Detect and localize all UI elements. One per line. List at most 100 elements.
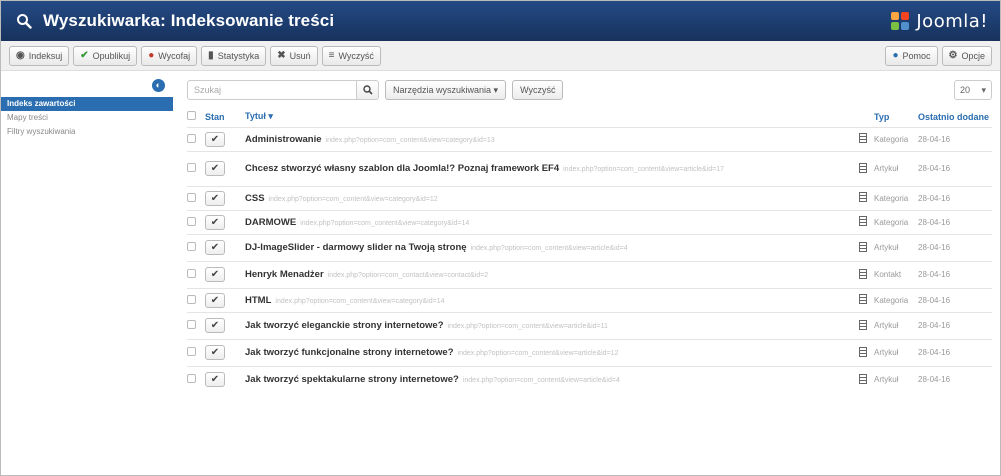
sidebar-item-content-maps[interactable]: Mapy treści	[1, 111, 173, 125]
chevron-down-icon: ▾	[981, 84, 986, 95]
row-url: index.php?option=com_content&view=articl…	[457, 350, 619, 357]
column-title[interactable]: Tytuł ▾	[245, 107, 852, 127]
published-toggle[interactable]: ✔	[205, 267, 225, 282]
search-input[interactable]: Szukaj	[187, 80, 357, 100]
check-icon: ✔	[210, 347, 220, 358]
purge-button[interactable]: ≡ Wyczyść	[321, 45, 381, 66]
row-checkbox[interactable]	[187, 133, 196, 143]
publish-button[interactable]: ✔ Opublikuj	[73, 45, 138, 66]
delete-button[interactable]: ✖ Usuń	[270, 45, 318, 66]
options-button[interactable]: ⚙ Opcje	[941, 45, 992, 66]
page-title: Wyszukiwarka: Indeksowanie treści	[43, 11, 335, 30]
published-toggle[interactable]: ✔	[205, 345, 225, 360]
row-title[interactable]: Chcesz stworzyć własny szablon dla Jooml…	[245, 163, 559, 174]
row-checkbox[interactable]	[187, 374, 196, 384]
title-cell: HTML index.php?option=com_content&view=ca…	[245, 287, 852, 312]
row-title[interactable]: Administrowanie	[245, 134, 322, 145]
check-icon: ✔	[80, 50, 89, 61]
type-cell: Kategoria	[874, 185, 918, 210]
help-icon: ●	[892, 50, 899, 61]
published-toggle[interactable]: ✔	[205, 190, 225, 206]
row-title[interactable]: CSS	[245, 193, 265, 204]
sidebar-toggle[interactable]: ◐	[1, 79, 173, 95]
state-cell: ✔	[205, 185, 245, 210]
row-url: index.php?option=com_content&view=articl…	[470, 245, 628, 252]
title-cell: Jak tworzyć eleganckie strony internetow…	[245, 311, 852, 339]
published-toggle[interactable]: ✔	[205, 214, 225, 230]
unpublish-button[interactable]: ● Wycofaj	[141, 45, 198, 66]
published-toggle[interactable]: ✔	[205, 131, 225, 147]
sidebar-item-search-filters[interactable]: Filtry wyszukiwania	[1, 125, 173, 139]
row-title[interactable]: Jak tworzyć funkcjonalne strony internet…	[245, 347, 454, 358]
state-cell: ✔	[205, 287, 245, 312]
row-checkbox-cell	[187, 209, 205, 234]
column-type[interactable]: Typ	[874, 107, 918, 127]
row-checkbox[interactable]	[187, 163, 196, 172]
sidebar: ◐ Indeks zawartości Mapy treści Filtry w…	[1, 71, 173, 393]
row-checkbox[interactable]	[187, 347, 196, 356]
statistics-button[interactable]: ▮ Statystyka	[201, 45, 267, 66]
published-toggle[interactable]: ✔	[205, 292, 225, 308]
row-checkbox[interactable]	[187, 192, 196, 202]
list-icon: ≡	[328, 50, 335, 61]
row-title[interactable]: Henryk Menadżer	[245, 269, 324, 280]
type-cell: Kategoria	[874, 126, 918, 151]
column-date[interactable]: Ostatnio dodane	[918, 107, 992, 127]
document-icon	[859, 162, 867, 173]
row-checkbox[interactable]	[187, 320, 196, 329]
row-checkbox-cell	[187, 260, 205, 288]
state-cell: ✔	[205, 338, 245, 366]
search-icon	[362, 85, 373, 95]
row-checkbox[interactable]	[187, 294, 196, 304]
row-title[interactable]: HTML	[245, 295, 271, 306]
type-cell: Artykuł	[874, 311, 918, 339]
type-cell: Kategoria	[874, 287, 918, 312]
row-checkbox[interactable]	[187, 216, 196, 226]
index-button[interactable]: ◉ Indeksuj	[9, 45, 70, 66]
row-checkbox[interactable]	[187, 242, 196, 251]
row-title[interactable]: DJ-ImageSlider - darmowy slider na Twoją…	[245, 242, 467, 253]
row-title[interactable]: DARMOWE	[245, 217, 296, 228]
collapse-icon: ◐	[152, 79, 165, 92]
column-type-icon	[852, 107, 874, 127]
type-icon-cell	[852, 338, 874, 366]
type-icon-cell	[852, 311, 874, 339]
table-row: ✔ Jak tworzyć spektakularne strony intern…	[187, 365, 992, 393]
type-icon-cell	[852, 150, 874, 186]
document-icon	[859, 241, 867, 252]
title-cell: DJ-ImageSlider - darmowy slider na Twoją…	[245, 233, 852, 261]
published-toggle[interactable]: ✔	[205, 161, 225, 176]
published-toggle[interactable]: ✔	[205, 372, 225, 388]
row-title[interactable]: Jak tworzyć eleganckie strony internetow…	[245, 320, 444, 331]
table-row: ✔ CSS index.php?option=com_content&view=ca…	[187, 185, 992, 210]
published-toggle[interactable]: ✔	[205, 318, 225, 333]
help-button[interactable]: ● Pomoc	[885, 45, 938, 66]
type-cell: Artykuł	[874, 150, 918, 186]
check-icon: ✔	[210, 216, 220, 228]
search-tools-button[interactable]: Narzędzia wyszukiwania ▾	[385, 80, 507, 100]
table-row: ✔ DJ-ImageSlider - darmowy slider na Twoj…	[187, 233, 992, 261]
select-all-checkbox[interactable]	[187, 111, 196, 121]
table-row: ✔ HTML index.php?option=com_content&view=c…	[187, 287, 992, 312]
search-button[interactable]	[357, 80, 379, 100]
state-cell: ✔	[205, 126, 245, 151]
state-cell: ✔	[205, 233, 245, 261]
document-icon	[859, 373, 867, 384]
column-state[interactable]: Stan	[205, 107, 245, 127]
document-icon	[859, 192, 867, 202]
date-cell: 28-04-16	[918, 287, 992, 312]
row-title[interactable]: Jak tworzyć spektakularne strony interne…	[245, 374, 459, 385]
state-cell: ✔	[205, 209, 245, 234]
row-checkbox[interactable]	[187, 269, 196, 278]
select-all-cell	[187, 107, 205, 127]
list-limit-select[interactable]: 20 ▾	[954, 80, 992, 100]
table-row: ✔ Henryk Menadżer index.php?option=com_con…	[187, 260, 992, 288]
check-icon: ✔	[210, 374, 220, 386]
state-cell: ✔	[205, 150, 245, 186]
delete-icon: ✖	[277, 50, 286, 61]
filter-bar: Szukaj Narzędzia wyszukiwania ▾ Wyczyść …	[187, 77, 992, 103]
clear-button[interactable]: Wyczyść	[512, 80, 564, 100]
published-toggle[interactable]: ✔	[205, 240, 225, 255]
sidebar-item-index[interactable]: Indeks zawartości	[1, 97, 173, 111]
check-icon: ✔	[210, 269, 220, 280]
